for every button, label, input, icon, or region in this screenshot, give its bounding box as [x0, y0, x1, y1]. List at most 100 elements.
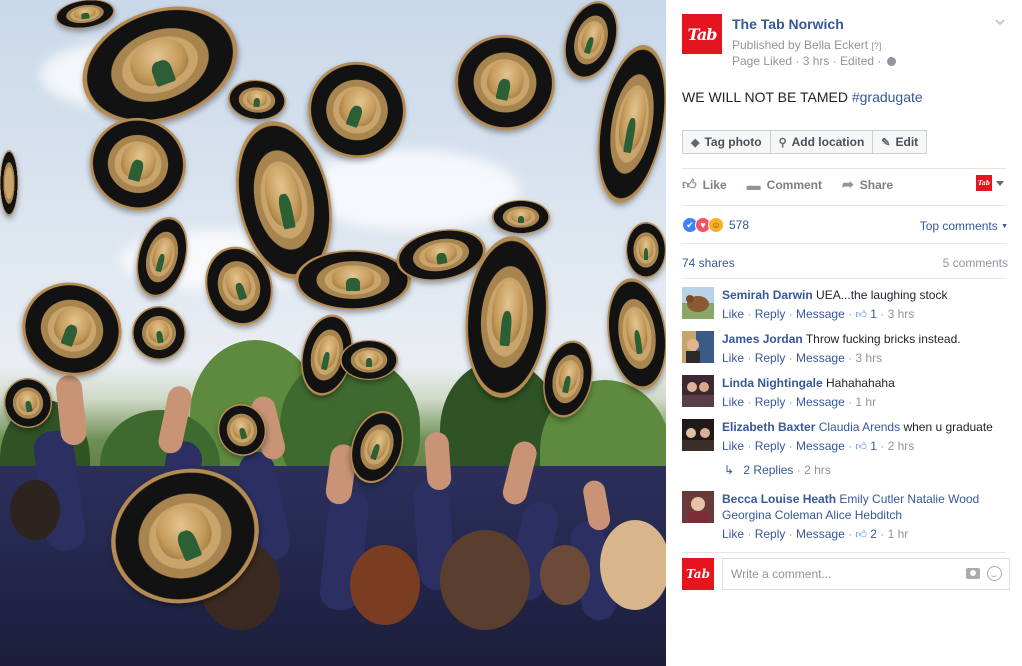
comment-like-count[interactable]: 2	[870, 527, 877, 541]
published-help-link[interactable]: [?]	[871, 41, 881, 51]
comment-like-link[interactable]: Like	[722, 439, 744, 453]
page-name-link[interactable]: The Tab Norwich	[732, 16, 844, 32]
comment-body: Elizabeth Baxter Claudia Arends when u g…	[722, 419, 1012, 435]
comment-body: Linda Nightingale Hahahahaha	[722, 375, 1012, 391]
hashtag-link[interactable]: #gradugate	[852, 89, 923, 105]
thumbs-up-icon: 👍︎	[855, 441, 867, 453]
comment-actions: Like · Reply · Message · 👍︎ 2 · 1 hr	[722, 527, 909, 541]
avatar[interactable]	[682, 375, 714, 407]
comment-reply-link[interactable]: Reply	[755, 351, 786, 365]
comments-count[interactable]: 5 comments	[943, 256, 1008, 270]
divider	[682, 168, 1006, 169]
post-meta-text: Page Liked · 3 hrs · Edited ·	[732, 54, 882, 68]
comment-item: Semirah Darwin UEA...the laughing stock …	[682, 287, 1008, 327]
comment-time[interactable]: 3 hrs	[888, 307, 915, 321]
post-photo[interactable]	[0, 0, 666, 666]
avatar[interactable]	[682, 491, 714, 523]
comment-text: Hahahahaha	[826, 376, 895, 390]
chevron-down-icon[interactable]	[994, 16, 1006, 28]
page-avatar-small: Tab	[976, 175, 992, 191]
comment-text: when u graduate	[903, 420, 993, 434]
comment-item: Becca Louise Heath Emily Cutler Natalie …	[682, 491, 1008, 547]
comment-author-link[interactable]: Semirah Darwin	[722, 288, 813, 302]
comment-icon: ▬	[746, 176, 761, 193]
emoji-icon[interactable]	[987, 566, 1002, 581]
comment-body: James Jordan Throw fucking bricks instea…	[722, 331, 1012, 347]
comment-body: Semirah Darwin UEA...the laughing stock	[722, 287, 1012, 303]
comment-like-link[interactable]: Like	[722, 527, 744, 541]
comment-reply-link[interactable]: Reply	[755, 527, 786, 541]
caret-down-icon: ▼	[1001, 223, 1008, 230]
tag-photo-button[interactable]: ◆ Tag photo	[682, 130, 771, 154]
comment-author-link[interactable]: Linda Nightingale	[722, 376, 823, 390]
comment-like-link[interactable]: Like	[722, 307, 744, 321]
tag-photo-label: Tag photo	[704, 135, 762, 149]
post-meta: Page Liked · 3 hrs · Edited ·	[732, 54, 896, 68]
comment-like-link[interactable]: Like	[722, 395, 744, 409]
comment-message-link[interactable]: Message	[796, 307, 845, 321]
comment-message-link[interactable]: Message	[796, 439, 845, 453]
comment-text: UEA...the laughing stock	[816, 288, 948, 302]
published-by: Published by Bella Eckert [?]	[732, 38, 881, 52]
comment-actions: Like · Reply · Message · 👍︎ 1 · 3 hrs	[722, 307, 915, 321]
comment-like-count[interactable]: 1	[870, 307, 877, 321]
comment-author-link[interactable]: Elizabeth Baxter	[722, 420, 815, 434]
comment-item: James Jordan Throw fucking bricks instea…	[682, 331, 1008, 371]
like-action[interactable]: 👍︎ Like	[682, 176, 727, 193]
comment-order-selector[interactable]: Top comments ▼	[920, 219, 1008, 233]
share-action[interactable]: ➦ Share	[842, 176, 893, 193]
edit-button[interactable]: ✎ Edit	[873, 130, 928, 154]
shares-count[interactable]: 74 shares	[682, 256, 735, 270]
avatar[interactable]	[682, 419, 714, 451]
location-pin-icon: ⚲	[778, 136, 787, 149]
edit-label: Edit	[895, 135, 919, 149]
comment-actions: Like · Reply · Message · 3 hrs	[722, 351, 883, 365]
page-avatar[interactable]: Tab	[682, 14, 722, 54]
post-message: WE WILL NOT BE TAMED #gradugate	[682, 89, 923, 105]
comment-action[interactable]: ▬ Comment	[747, 177, 822, 193]
share-action-label: Share	[859, 177, 894, 192]
avatar[interactable]	[682, 331, 714, 363]
comment-reply-link[interactable]: Reply	[755, 439, 786, 453]
comment-message-link[interactable]: Message	[796, 527, 845, 541]
page-avatar-small: Tab	[682, 558, 714, 590]
post-message-text: WE WILL NOT BE TAMED	[682, 89, 848, 105]
haha-reaction-icon: ☺	[708, 217, 724, 233]
add-location-button[interactable]: ⚲ Add location	[770, 130, 874, 154]
comment-reply-link[interactable]: Reply	[755, 307, 786, 321]
comment-message-link[interactable]: Message	[796, 351, 845, 365]
comment-author-link[interactable]: James Jordan	[722, 332, 803, 346]
reply-arrow-icon: ↳	[724, 463, 735, 477]
published-by-text: Published by Bella Eckert	[732, 38, 869, 52]
comment-time[interactable]: 1 hr	[855, 395, 876, 409]
comment-body: Becca Louise Heath Emily Cutler Natalie …	[722, 491, 1012, 523]
comment-time[interactable]: 3 hrs	[855, 351, 882, 365]
like-action-label: Like	[702, 177, 727, 192]
avatar[interactable]	[682, 287, 714, 319]
comment-author-link[interactable]: Becca Louise Heath	[722, 492, 836, 506]
actor-selector[interactable]: Tab	[976, 175, 1004, 191]
globe-icon[interactable]	[886, 57, 896, 66]
post-header: Tab The Tab Norwich Published by Bella E…	[666, 0, 1022, 72]
comment-action-label: Comment	[766, 177, 822, 192]
share-arrow-icon: ➦	[842, 176, 854, 192]
comment-like-link[interactable]: Like	[722, 351, 744, 365]
reactions-summary[interactable]: ✔ ♥ ☺ 578	[682, 217, 749, 233]
comment-reply-link[interactable]: Reply	[755, 395, 786, 409]
comment-like-count[interactable]: 1	[870, 439, 877, 453]
comment-time[interactable]: 2 hrs	[888, 439, 915, 453]
comment-composer: Tab	[682, 558, 1010, 590]
comment-item: Linda Nightingale Hahahahaha Like · Repl…	[682, 375, 1008, 415]
comment-message-link[interactable]: Message	[796, 395, 845, 409]
divider	[682, 243, 1006, 244]
comment-mention-link[interactable]: Claudia Arends	[819, 420, 900, 434]
camera-icon[interactable]	[966, 568, 980, 579]
replies-count: 2 Replies	[743, 463, 794, 477]
thumbs-up-icon: 👍︎	[682, 176, 697, 192]
caret-down-icon	[996, 180, 1004, 186]
facebook-photo-viewer: Tab The Tab Norwich Published by Bella E…	[0, 0, 1022, 666]
divider	[682, 552, 1006, 553]
comment-time[interactable]: 1 hr	[888, 527, 909, 541]
view-replies-link[interactable]: ↳ 2 Replies · 2 hrs	[724, 463, 831, 477]
reaction-count[interactable]: 578	[729, 218, 749, 232]
